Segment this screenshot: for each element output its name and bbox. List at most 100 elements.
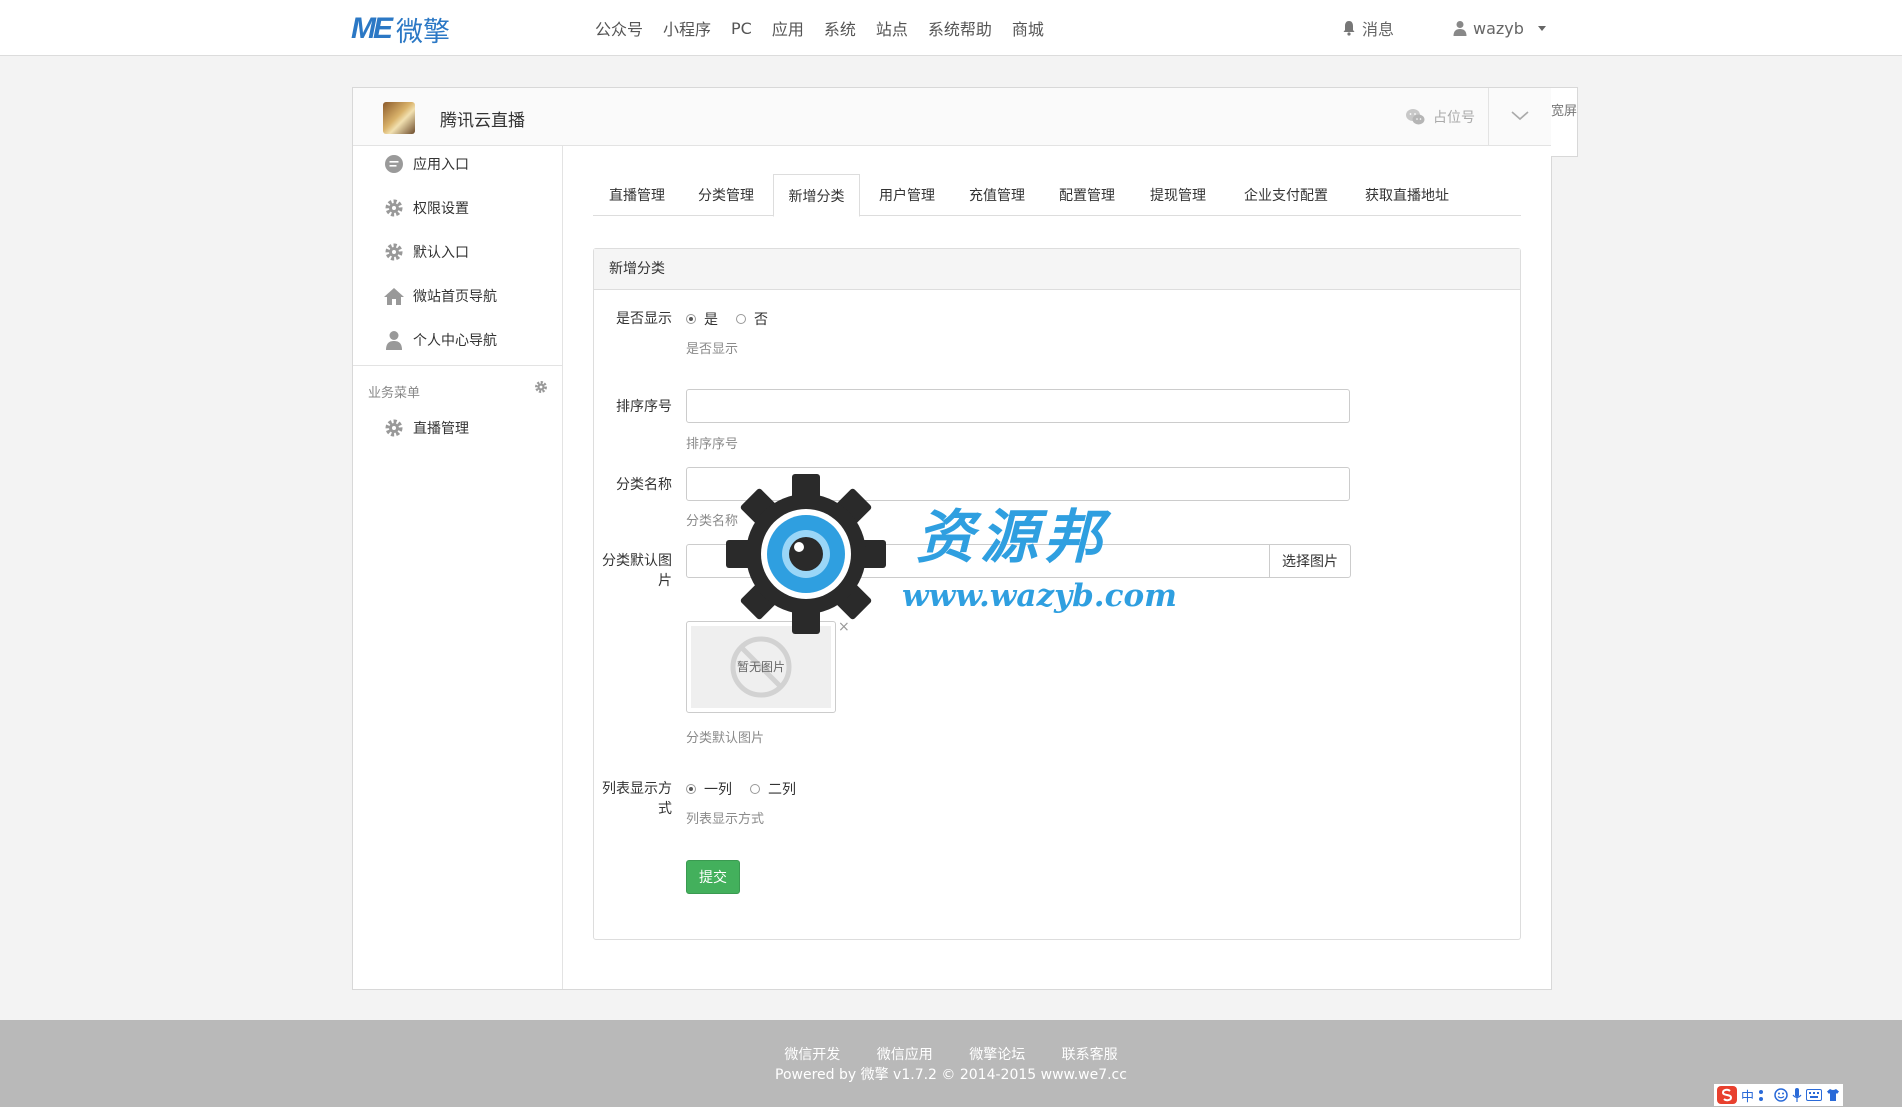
show-no-option[interactable]: 否 [736, 309, 768, 329]
sidebar-item-label: 微站首页导航 [413, 289, 497, 305]
messages-label: 消息 [1362, 20, 1395, 39]
sidebar-item-label: 权限设置 [413, 201, 469, 217]
ime-language[interactable]: 中 [1741, 1086, 1754, 1105]
show-no-label: 否 [754, 312, 768, 328]
watermark: 资源邦 www.wazyb.com [726, 474, 1186, 634]
footer: 微信开发 微信应用 微擎论坛 联系客服 Powered by 微擎 v1.7.2… [0, 1020, 1902, 1107]
sidebar-item-permissions[interactable]: 权限设置 [383, 196, 469, 220]
sort-label: 排序序号 [616, 399, 672, 415]
layout-one-radio[interactable] [686, 784, 696, 794]
show-label: 是否显示 [616, 311, 672, 327]
sidebar-item-label: 应用入口 [413, 157, 469, 173]
sidebar-item-app-entry[interactable]: 应用入口 [383, 152, 469, 176]
nav-store[interactable]: 商城 [1012, 16, 1044, 40]
header-divider [1488, 88, 1489, 146]
tab-user-manage[interactable]: 用户管理 [863, 174, 951, 216]
layout-two-option[interactable]: 二列 [750, 779, 796, 799]
layout-help: 列表显示方式 [686, 812, 765, 827]
username: wazyb [1473, 18, 1524, 38]
nav-site[interactable]: 站点 [876, 16, 908, 40]
show-help: 是否显示 [686, 342, 739, 357]
layout-label: 列表显示方式 [602, 781, 672, 817]
sort-input[interactable] [686, 389, 1350, 423]
layout-two-label: 二列 [768, 782, 796, 798]
main-nav: 公众号 小程序 PC 应用 系统 站点 系统帮助 商城 [595, 0, 1064, 56]
app-avatar [383, 102, 415, 134]
emoji-icon[interactable] [1774, 1088, 1788, 1102]
layout-one-label: 一列 [704, 782, 732, 798]
ime-toolbar[interactable]: 中 [1714, 1084, 1844, 1106]
user-menu[interactable]: wazyb [1453, 0, 1546, 56]
tab-get-live-url[interactable]: 获取直播地址 [1347, 174, 1467, 216]
gear-icon [383, 417, 405, 439]
sidebar-group-title: 业务菜单 [368, 386, 421, 401]
footer-links: 微信开发 微信应用 微擎论坛 联系客服 [0, 1044, 1902, 1064]
footer-link-support[interactable]: 联系客服 [1062, 1047, 1118, 1063]
keyboard-icon[interactable] [1806, 1089, 1823, 1101]
nav-system[interactable]: 系统 [824, 16, 856, 40]
name-label: 分类名称 [616, 477, 672, 493]
nav-gongzhonghao[interactable]: 公众号 [595, 16, 643, 40]
sidebar-item-default-entry[interactable]: 默认入口 [383, 240, 469, 264]
show-yes-label: 是 [704, 312, 718, 328]
user-icon [1453, 21, 1467, 36]
footer-link-wechat-dev[interactable]: 微信开发 [784, 1047, 840, 1063]
placeholder-account-label: 占位号 [1433, 110, 1475, 126]
sidebar: 应用入口 权限设置 默认入口 微站首页导航 个人中心导航 业务菜单 直播管理 [353, 146, 563, 989]
watermark-title: 资源邦 [916, 503, 1109, 571]
nav-help[interactable]: 系统帮助 [928, 16, 992, 40]
panel-header: 腾讯云直播 占位号 [353, 88, 1551, 146]
submit-button[interactable]: 提交 [686, 860, 740, 894]
chat-icon [383, 153, 405, 175]
logo-text: 微擎 [396, 16, 450, 48]
show-yes-option[interactable]: 是 [686, 309, 718, 329]
no-image-text: 暂无图片 [736, 660, 785, 674]
sidebar-divider [353, 365, 562, 366]
skin-shirt-icon[interactable] [1826, 1088, 1840, 1102]
tab-live-manage[interactable]: 直播管理 [593, 174, 681, 216]
sidebar-item-label: 直播管理 [413, 421, 469, 437]
footer-copyright: Powered by 微擎 v1.7.2 © 2014-2015 www.we7… [775, 1067, 1127, 1083]
select-image-button[interactable]: 选择图片 [1269, 544, 1351, 578]
tab-recharge-manage[interactable]: 充值管理 [953, 174, 1041, 216]
group-settings-icon[interactable] [534, 380, 548, 394]
tab-add-category[interactable]: 新增分类 [773, 174, 860, 217]
punctuation-icon[interactable] [1758, 1088, 1770, 1102]
tab-config-manage[interactable]: 配置管理 [1043, 174, 1131, 216]
app-title: 腾讯云直播 [440, 111, 525, 131]
watermark-url: www.wazyb.com [902, 578, 1177, 614]
sidebar-item-site-home-nav[interactable]: 微站首页导航 [383, 284, 497, 308]
sort-help: 排序序号 [686, 437, 739, 452]
top-navbar: ME 微擎 公众号 小程序 PC 应用 系统 站点 系统帮助 商城 消息 waz… [0, 0, 1902, 56]
nav-pc[interactable]: PC [731, 19, 752, 38]
nav-apps[interactable]: 应用 [772, 16, 804, 40]
sidebar-item-live-manage[interactable]: 直播管理 [383, 416, 469, 440]
tab-withdraw-manage[interactable]: 提现管理 [1133, 174, 1223, 216]
tab-category-manage[interactable]: 分类管理 [681, 174, 771, 216]
layout-two-radio[interactable] [750, 784, 760, 794]
microphone-icon[interactable] [1792, 1088, 1802, 1102]
show-radio-group: 是 否 [686, 309, 786, 329]
sogou-logo-icon [1717, 1086, 1737, 1104]
wide-screen-toggle[interactable]: 宽屏 [1551, 87, 1578, 157]
chevron-down-icon[interactable] [1507, 108, 1533, 124]
home-icon [383, 285, 405, 307]
logo-mark: ME [351, 12, 393, 45]
image-label: 分类默认图片 [602, 553, 672, 589]
account-switcher[interactable]: 占位号 [1405, 88, 1475, 146]
nav-miniprogram[interactable]: 小程序 [663, 16, 711, 40]
tab-enterprise-pay[interactable]: 企业支付配置 [1227, 174, 1345, 216]
bell-icon [1343, 21, 1355, 36]
footer-link-wechat-apps[interactable]: 微信应用 [877, 1047, 933, 1063]
layout-radio-group: 一列 二列 [686, 779, 814, 799]
layout-one-option[interactable]: 一列 [686, 779, 732, 799]
show-no-radio[interactable] [736, 314, 746, 324]
caret-down-icon [1537, 25, 1546, 31]
user-icon [383, 329, 405, 351]
brand-logo[interactable]: ME 微擎 [351, 12, 450, 48]
sidebar-item-profile-nav[interactable]: 个人中心导航 [383, 328, 497, 352]
footer-link-forum[interactable]: 微擎论坛 [969, 1047, 1025, 1063]
messages-link[interactable]: 消息 [1342, 0, 1394, 56]
gear-icon [383, 241, 405, 263]
show-yes-radio[interactable] [686, 314, 696, 324]
